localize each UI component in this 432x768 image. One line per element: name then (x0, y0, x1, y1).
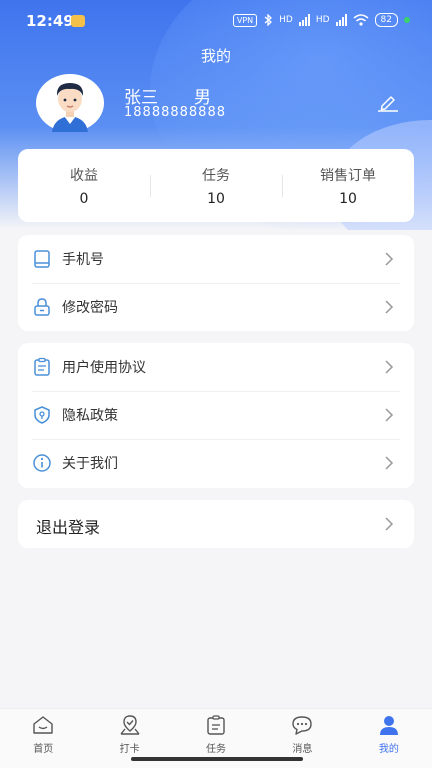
status-time: 12:49 (26, 12, 74, 30)
tab-label: 消息 (292, 744, 313, 755)
vpn-badge: VPN (232, 13, 258, 27)
bluetooth-icon (264, 14, 273, 26)
stat-label: 销售订单 (320, 167, 376, 184)
profile-icon (379, 716, 398, 735)
tab-label: 打卡 (119, 744, 140, 755)
page-title: 我的 (200, 47, 231, 65)
stat-label: 任务 (202, 167, 230, 184)
tab-profile[interactable]: 我的 (346, 709, 432, 768)
shield-icon (34, 406, 50, 424)
battery-indicator: 82 (374, 13, 398, 27)
status-bar: 12:49 VPN HD HD 82 (0, 0, 432, 42)
checkin-icon (120, 715, 140, 735)
tab-label: 我的 (378, 744, 399, 755)
home-indicator[interactable] (131, 757, 303, 761)
menu-item-label: 用户使用协议 (62, 360, 146, 376)
menu-item-phone[interactable]: 手机号 (18, 235, 396, 283)
tab-label: 首页 (33, 744, 54, 755)
home-icon (33, 716, 53, 734)
info-icon (33, 454, 51, 472)
stat-value: 0 (79, 190, 89, 207)
chevron-right-icon (385, 360, 394, 374)
edit-profile-icon[interactable] (376, 92, 400, 112)
network-label-2: HD (315, 15, 330, 25)
avatar[interactable] (36, 74, 104, 132)
tab-home[interactable]: 首页 (0, 709, 86, 768)
menu-item-label: 修改密码 (62, 300, 118, 316)
profile-phone: 18888888888 (124, 105, 226, 120)
menu-item-change-password[interactable]: 修改密码 (18, 283, 396, 331)
logout-label: 退出登录 (36, 518, 101, 537)
stat-value: 10 (207, 190, 225, 207)
chevron-right-icon (385, 408, 394, 422)
tab-label: 任务 (206, 744, 227, 755)
charging-dot (404, 17, 410, 23)
phone-icon (34, 250, 50, 268)
chevron-right-icon (385, 456, 394, 470)
stats-card: 收益 0 任务 10 销售订单 10 (18, 149, 414, 222)
message-icon (292, 716, 313, 735)
menu-item-user-agreement[interactable]: 用户使用协议 (18, 343, 396, 391)
chevron-right-icon (385, 300, 394, 314)
stat-tasks[interactable]: 任务 10 (150, 165, 282, 207)
menu-item-label: 关于我们 (62, 456, 118, 472)
stat-label: 收益 (70, 167, 98, 184)
wifi-icon (353, 14, 369, 26)
task-icon (207, 715, 225, 735)
menu-item-label: 隐私政策 (62, 408, 118, 424)
stat-sales-orders[interactable]: 销售订单 10 (282, 165, 414, 207)
logout-button[interactable]: 退出登录 (18, 500, 414, 548)
network-label-1: HD (279, 15, 293, 25)
info-menu-card: 用户使用协议 隐私政策 关于我们 (18, 343, 414, 488)
lock-icon (34, 298, 50, 316)
account-menu-card: 手机号 修改密码 (18, 235, 414, 331)
signal-icon-1 (298, 14, 310, 26)
chevron-right-icon (385, 252, 394, 266)
notification-app-icon (71, 15, 85, 27)
signal-icon-2 (335, 14, 347, 26)
stat-value: 10 (339, 190, 357, 207)
stat-earnings[interactable]: 收益 0 (18, 165, 150, 207)
chevron-right-icon (385, 517, 394, 531)
menu-item-label: 手机号 (62, 252, 104, 268)
clipboard-icon (34, 357, 50, 376)
menu-item-privacy-policy[interactable]: 隐私政策 (18, 391, 396, 439)
menu-item-about-us[interactable]: 关于我们 (18, 439, 396, 487)
